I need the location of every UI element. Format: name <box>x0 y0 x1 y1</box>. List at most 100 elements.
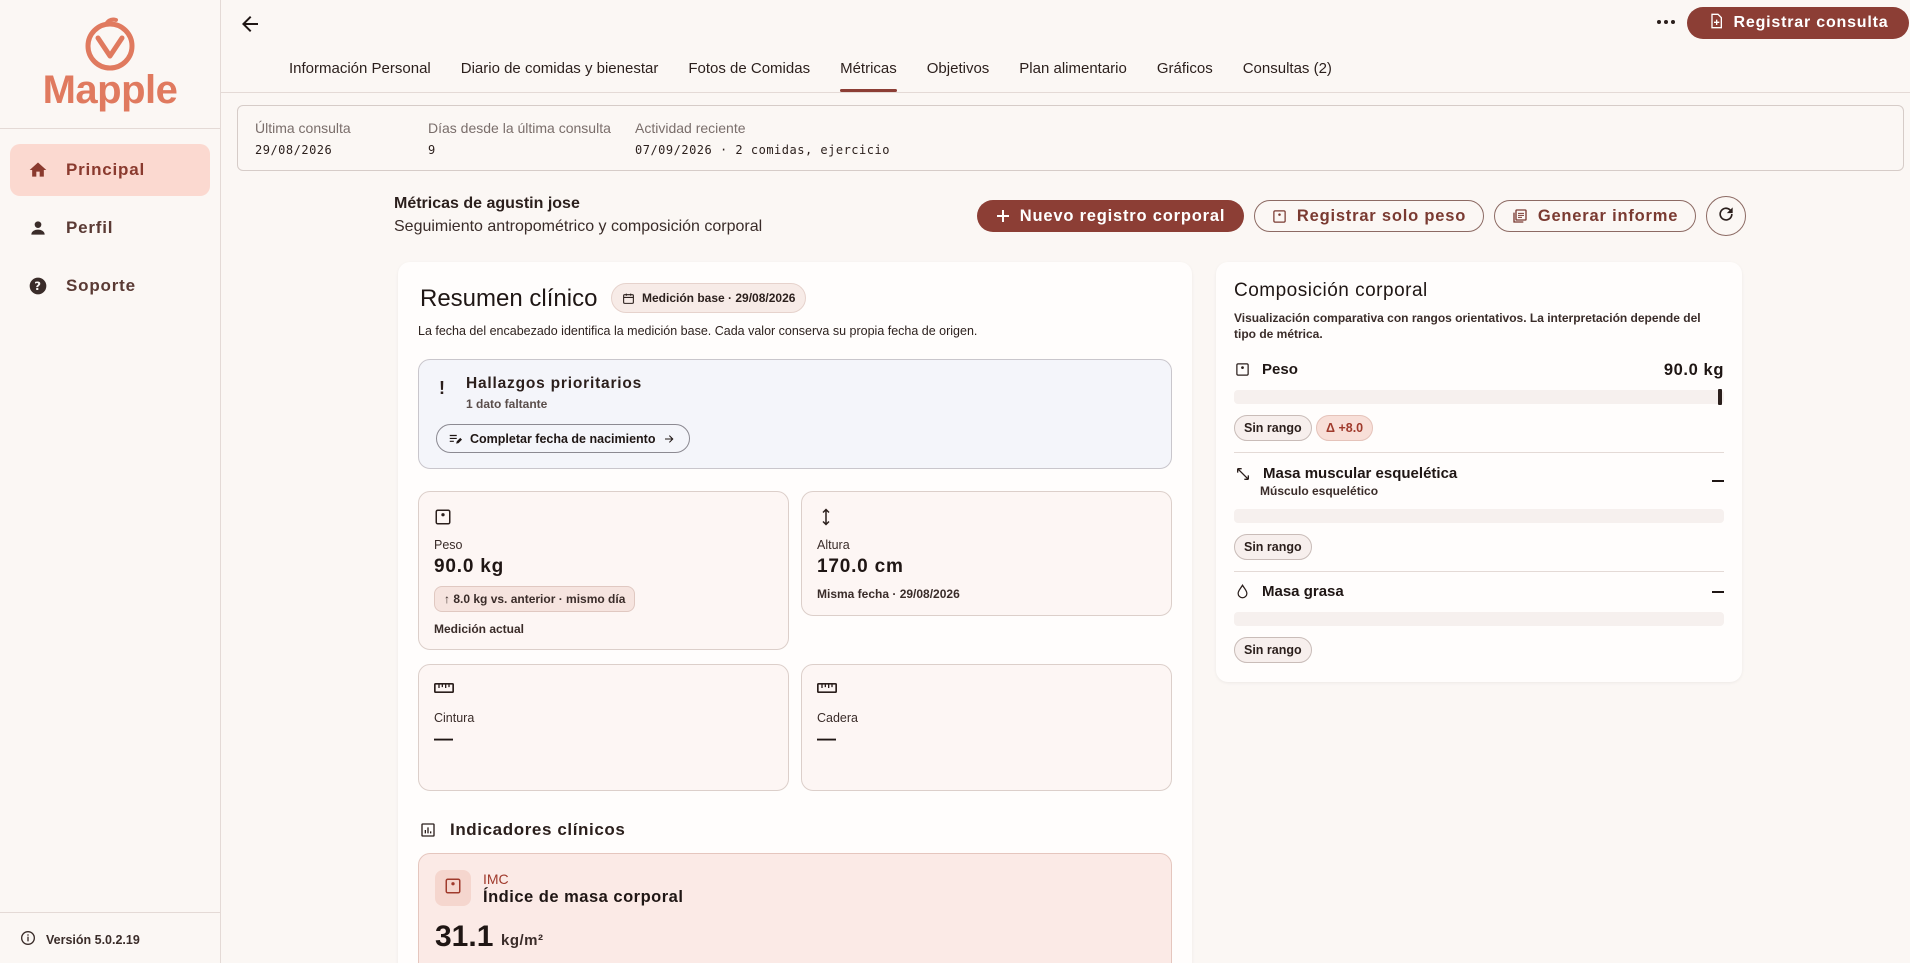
last-consultation-label: Última consulta <box>255 120 351 136</box>
droplet-icon <box>1235 584 1250 599</box>
tabs-bar: Información Personal Diario de comidas y… <box>274 52 1347 92</box>
sidebar-item-perfil[interactable]: Perfil <box>10 202 210 254</box>
bmi-value: 31.1 <box>435 920 494 953</box>
clinical-indicators-title: Indicadores clínicos <box>450 820 626 839</box>
height-label: Altura <box>817 538 850 552</box>
person-icon <box>27 217 49 239</box>
waist-metric-card[interactable]: Cintura — <box>418 664 789 791</box>
muscle-no-range-chip: Sin rango <box>1234 534 1312 560</box>
days-since: Días desde la última consulta 9 <box>428 120 611 157</box>
tab-fotos-comidas[interactable]: Fotos de Comidas <box>673 52 825 92</box>
weight-label: Peso <box>434 538 463 552</box>
consultation-info-strip: Última consulta 29/08/2026 Días desde la… <box>237 105 1904 171</box>
hip-metric-card[interactable]: Cadera — <box>801 664 1172 791</box>
composition-divider <box>1234 571 1724 572</box>
weight-metric-card[interactable]: Peso 90.0 kg ↑ 8.0 kg vs. anterior · mis… <box>418 491 789 650</box>
page-subtitle: Seguimiento antropométrico y composición… <box>394 218 763 235</box>
body-composition-description: Visualización comparativa con rangos ori… <box>1234 311 1701 341</box>
scale-icon <box>1235 362 1250 377</box>
logo-mark-icon <box>85 17 135 71</box>
bar-chart-icon <box>420 822 436 838</box>
bmi-abbreviation: IMC <box>483 871 509 887</box>
last-consultation: Última consulta 29/08/2026 <box>255 120 351 157</box>
hip-value: — <box>817 729 837 750</box>
register-consultation-button[interactable]: Registrar consulta <box>1687 7 1909 39</box>
vertical-arrows-icon <box>817 508 835 531</box>
generate-report-label: Generar informe <box>1537 206 1679 225</box>
composition-weight-value: 90.0 kg <box>1663 361 1724 379</box>
logo-text: Mapple <box>42 68 178 112</box>
tab-informacion-personal[interactable]: Información Personal <box>274 52 446 92</box>
calendar-icon <box>622 292 635 305</box>
refresh-icon <box>1716 204 1736 229</box>
tab-metricas[interactable]: Métricas <box>825 52 912 92</box>
bmi-card[interactable]: IMC Índice de masa corporal 31.1 kg/m² <box>418 853 1172 963</box>
height-metric-card[interactable]: Altura 170.0 cm Misma fecha · 29/08/2026 <box>801 491 1172 616</box>
svg-text:?: ? <box>34 279 41 293</box>
complete-birthdate-button[interactable]: Completar fecha de nacimiento <box>436 424 691 453</box>
report-icon <box>1512 208 1528 224</box>
body-composition-title: Composición corporal <box>1234 280 1428 301</box>
composition-muscle-dash <box>1712 480 1724 482</box>
composition-fat-row: Masa grasa <box>1235 583 1344 600</box>
tab-graficos[interactable]: Gráficos <box>1142 52 1228 92</box>
exclamation-icon: ! <box>439 378 445 398</box>
sidebar-item-principal[interactable]: Principal <box>10 144 210 196</box>
hip-label: Cadera <box>817 711 858 725</box>
recent-activity-label: Actividad reciente <box>635 120 746 136</box>
fat-no-range-chip: Sin rango <box>1234 637 1312 663</box>
tab-diario-comidas[interactable]: Diario de comidas y bienestar <box>446 52 674 92</box>
back-arrow-icon[interactable] <box>238 12 262 36</box>
help-icon: ? <box>27 275 49 297</box>
bmi-unit: kg/m² <box>501 932 544 949</box>
priority-findings-box: ! Hallazgos prioritarios 1 dato faltante… <box>418 359 1172 469</box>
bmi-badge <box>435 870 471 906</box>
base-measurement-chip[interactable]: Medición base · 29/08/2026 <box>611 283 807 313</box>
tab-plan-alimentario[interactable]: Plan alimentario <box>1004 52 1142 92</box>
register-weight-only-label: Registrar solo peso <box>1296 206 1467 225</box>
priority-findings-subtitle: 1 dato faltante <box>466 397 548 411</box>
scale-icon <box>444 877 462 900</box>
new-body-record-label: Nuevo registro corporal <box>1019 206 1226 225</box>
home-icon <box>27 159 49 181</box>
version-info: Versión 5.0.2.19 <box>20 930 140 949</box>
weight-range-marker <box>1718 389 1722 405</box>
tab-consultas[interactable]: Consultas (2) <box>1228 52 1347 92</box>
composition-weight-row: Peso <box>1235 361 1298 378</box>
composition-muscle-sub: Músculo esquelético <box>1260 484 1379 498</box>
waist-label: Cintura <box>434 711 475 725</box>
waist-value: — <box>434 729 454 750</box>
last-consultation-value: 29/08/2026 <box>255 143 333 157</box>
generate-report-button[interactable]: Generar informe <box>1494 200 1696 232</box>
register-weight-only-button[interactable]: Registrar solo peso <box>1254 200 1484 232</box>
weight-delta-badge: ↑ 8.0 kg vs. anterior · mismo día <box>434 586 636 612</box>
plus-icon <box>996 209 1010 223</box>
refresh-button[interactable] <box>1706 196 1746 236</box>
sidebar: Mapple Principal Perfil ? Soporte Versió… <box>0 0 221 963</box>
base-measurement-label: Medición base · 29/08/2026 <box>642 291 796 305</box>
info-icon <box>20 930 36 949</box>
composition-fat-label: Masa grasa <box>1262 583 1344 600</box>
height-value: 170.0 cm <box>817 556 904 577</box>
weight-delta-chip: Δ +8.0 <box>1316 415 1374 441</box>
tab-objetivos[interactable]: Objetivos <box>912 52 1005 92</box>
clinical-indicators-heading: Indicadores clínicos <box>420 820 625 840</box>
register-consultation-label: Registrar consulta <box>1733 14 1889 31</box>
scale-icon <box>434 508 452 531</box>
sidebar-item-soporte[interactable]: ? Soporte <box>10 260 210 312</box>
arrow-right-icon <box>663 433 675 445</box>
weight-value: 90.0 kg <box>434 556 505 577</box>
tabs-divider <box>221 92 1910 93</box>
recent-activity: Actividad reciente 07/09/2026 · 2 comida… <box>635 120 890 157</box>
more-options-icon[interactable] <box>1654 14 1678 30</box>
height-note: Misma fecha · 29/08/2026 <box>817 587 960 601</box>
mapple-logo[interactable]: Mapple <box>40 14 180 119</box>
ruler-icon <box>817 681 837 700</box>
composition-muscle-label: Masa muscular esquelética <box>1263 465 1458 482</box>
fat-range-bar <box>1234 612 1724 626</box>
version-text: Versión 5.0.2.19 <box>46 932 140 947</box>
version-divider <box>0 912 221 913</box>
document-add-icon <box>1708 13 1724 34</box>
sidebar-divider <box>0 128 221 129</box>
new-body-record-button[interactable]: Nuevo registro corporal <box>977 200 1244 232</box>
